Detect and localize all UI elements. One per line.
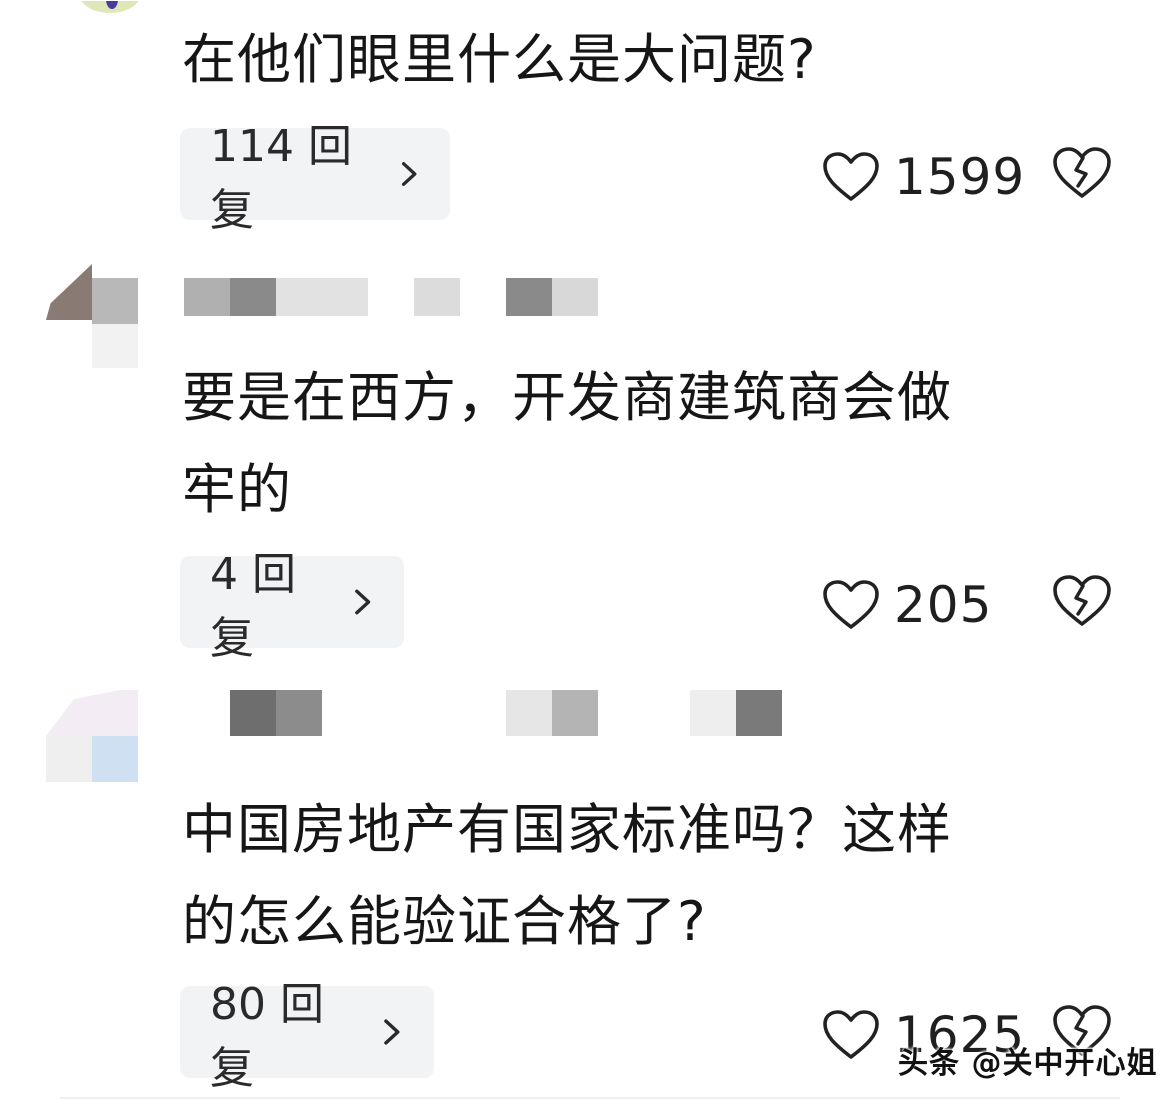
watermark: 头条 @关中开心姐 — [898, 1046, 1158, 1081]
reply-button[interactable]: 4 回复 — [180, 549, 404, 664]
heart-outline-icon — [823, 152, 879, 201]
divider — [60, 1097, 1120, 1099]
heart-outline-icon — [823, 1010, 879, 1059]
avatar[interactable] — [46, 264, 138, 368]
chevron-right-icon — [354, 589, 370, 615]
chevron-right-icon — [384, 1019, 400, 1045]
avatar-partial[interactable] — [78, 0, 142, 14]
comment-text: 中国房地产有国家标准吗？这样 的怎么能验证合格了? — [182, 798, 952, 953]
chevron-right-icon — [401, 162, 417, 186]
heart-outline-icon — [823, 580, 879, 629]
comment-text: 要是在西方，开发商建筑商会做 牢的 — [182, 366, 952, 521]
username-blurred[interactable] — [184, 278, 604, 316]
reply-label: 80 回复 — [210, 979, 324, 1094]
reply-label: 114 回复 — [210, 121, 352, 236]
like-count: 205 — [894, 576, 993, 634]
reply-button[interactable]: 80 回复 — [180, 979, 434, 1094]
reply-label: 4 回复 — [210, 549, 296, 664]
like-count: 1599 — [894, 148, 1026, 206]
broken-heart-icon[interactable] — [1052, 574, 1112, 628]
avatar[interactable] — [46, 690, 138, 782]
username-blurred[interactable] — [230, 690, 790, 736]
like-button[interactable]: 1599 — [822, 148, 1025, 206]
like-button[interactable]: 205 — [822, 576, 992, 634]
broken-heart-icon[interactable] — [1052, 146, 1112, 200]
reply-button[interactable]: 114 回复 — [180, 121, 450, 236]
comment-text: 在他们眼里什么是大问题? — [182, 28, 817, 91]
